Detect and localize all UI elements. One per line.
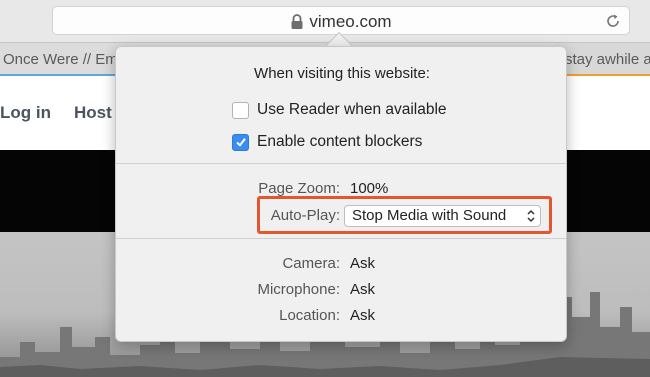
tab-label: stay awhile a — [565, 51, 650, 68]
page-zoom-value[interactable]: 100% — [350, 180, 388, 197]
microphone-value[interactable]: Ask — [350, 281, 375, 298]
location-label: Location: — [279, 307, 340, 324]
page-zoom-label: Page Zoom: — [258, 180, 340, 197]
content-blockers-label: Enable content blockers — [257, 133, 423, 150]
tab-stay-awhile[interactable]: stay awhile a — [555, 43, 650, 77]
divider — [116, 163, 566, 164]
reader-label: Use Reader when available — [257, 101, 447, 118]
address-bar[interactable]: vimeo.com — [52, 6, 630, 35]
login-link[interactable]: Log in — [0, 103, 51, 123]
location-value[interactable]: Ask — [350, 307, 375, 324]
address-center: vimeo.com — [53, 7, 629, 36]
address-text: vimeo.com — [309, 11, 392, 31]
divider — [116, 238, 566, 239]
content-blockers-checkbox[interactable] — [232, 133, 249, 151]
checkmark-icon — [235, 138, 246, 147]
host-link[interactable]: Host — [74, 103, 112, 123]
reader-checkbox[interactable] — [232, 101, 249, 119]
reload-icon[interactable] — [605, 13, 621, 29]
tab-label: Once Were // Em — [3, 51, 118, 68]
content-blockers-option[interactable]: Enable content blockers — [232, 132, 422, 152]
auto-play-highlight — [257, 196, 552, 234]
browser-toolbar: vimeo.com — [0, 0, 650, 42]
lock-icon — [291, 13, 303, 29]
camera-label: Camera: — [282, 255, 340, 272]
microphone-label: Microphone: — [257, 281, 340, 298]
tab-once-were[interactable]: Once Were // Em — [0, 43, 118, 77]
reader-option[interactable]: Use Reader when available — [232, 100, 447, 120]
camera-value[interactable]: Ask — [350, 255, 375, 272]
popover-title: When visiting this website: — [254, 65, 430, 82]
website-settings-popover: When visiting this website: Use Reader w… — [115, 46, 567, 342]
